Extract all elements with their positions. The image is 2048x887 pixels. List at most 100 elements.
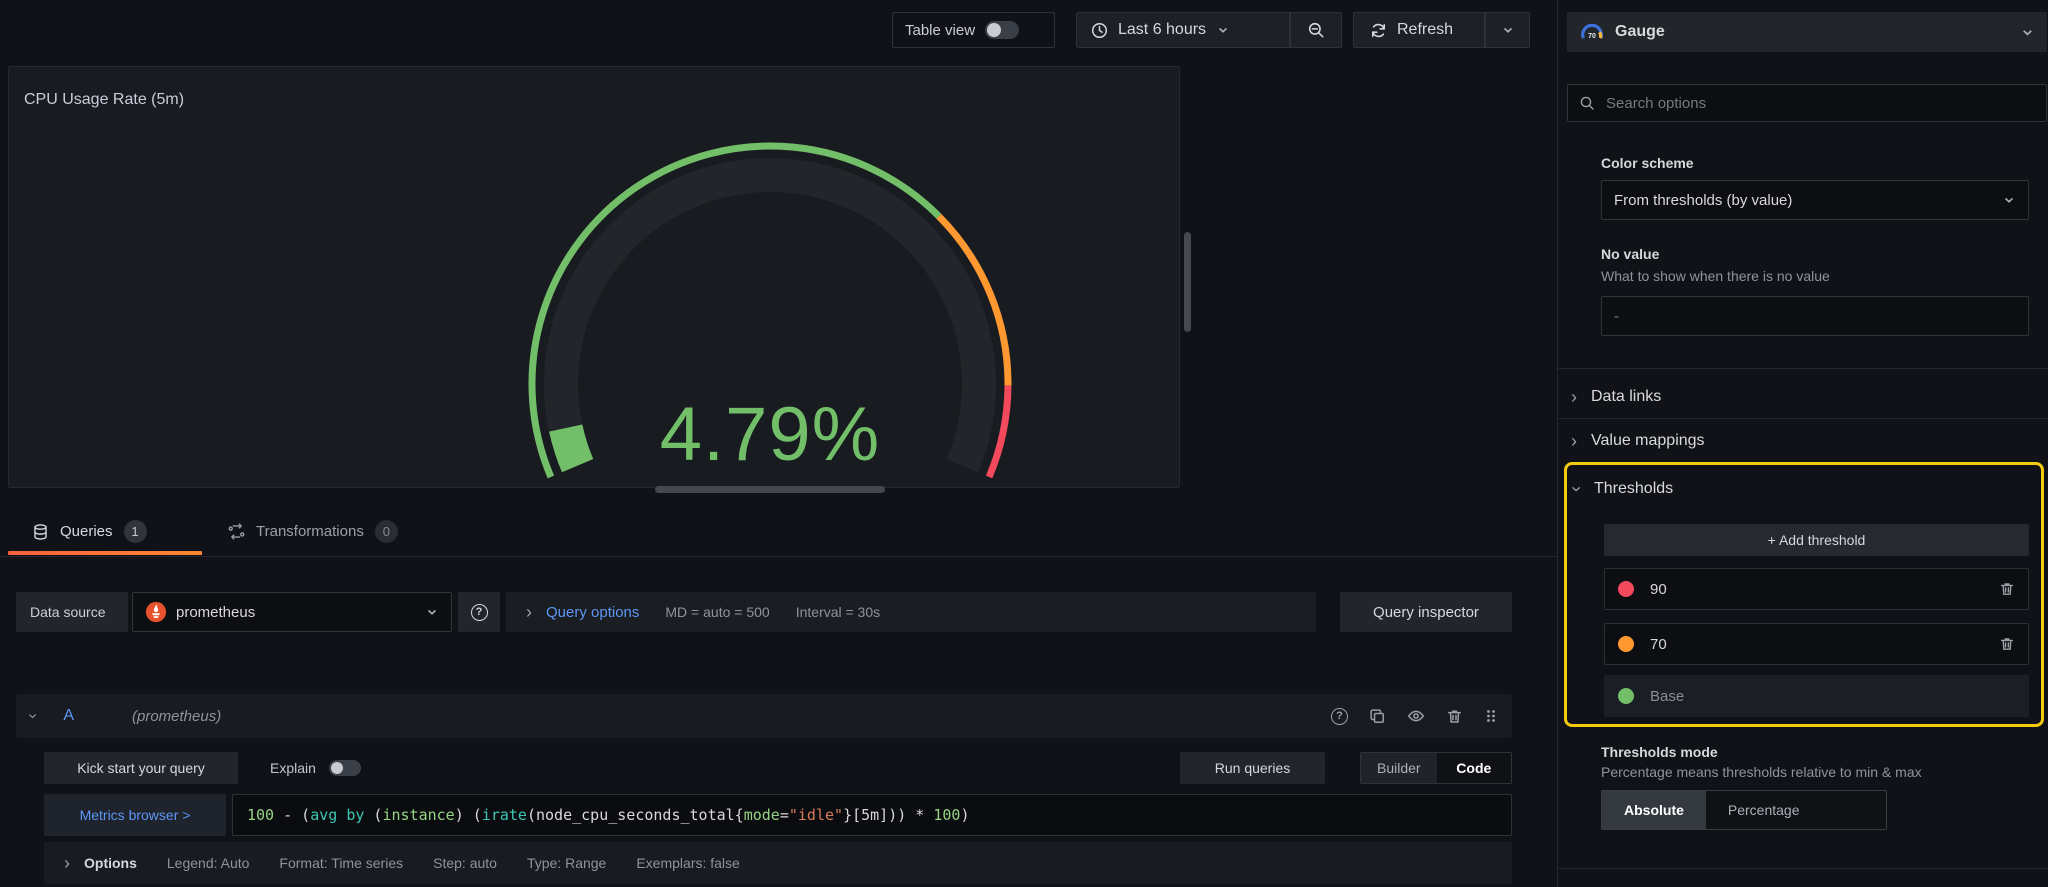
time-controls: Last 6 hours bbox=[1076, 12, 1342, 48]
prometheus-icon bbox=[145, 601, 167, 623]
active-tab-underline bbox=[8, 551, 202, 555]
section-data-links[interactable]: › Data links bbox=[1571, 388, 1661, 406]
chevron-right-icon: › bbox=[1571, 387, 1577, 407]
grafana-panel-editor: Table view Last 6 hours Refresh CPU Usag… bbox=[0, 0, 2048, 887]
datasource-picker[interactable]: prometheus bbox=[132, 592, 452, 632]
query-row-header[interactable]: › A (prometheus) ? bbox=[16, 694, 1512, 738]
query-options-bar[interactable]: › Query options MD = auto = 500 Interval… bbox=[506, 592, 1316, 632]
zoom-out-icon bbox=[1308, 22, 1324, 38]
threshold-row[interactable]: 70 bbox=[1604, 623, 2029, 665]
metrics-browser-label: Metrics browser > bbox=[79, 807, 191, 823]
metrics-browser-button[interactable]: Metrics browser > bbox=[44, 794, 226, 836]
table-view-toggle[interactable] bbox=[985, 21, 1020, 39]
query-datasource-hint: (prometheus) bbox=[132, 707, 222, 725]
kick-start-label: Kick start your query bbox=[77, 760, 205, 776]
gauge-viz-icon: 70 bbox=[1581, 23, 1603, 40]
collapse-query-icon[interactable]: › bbox=[25, 713, 42, 718]
toggle-knob bbox=[987, 23, 1002, 37]
duplicate-query-icon[interactable] bbox=[1369, 708, 1386, 725]
no-value-input[interactable] bbox=[1601, 296, 2029, 336]
query-ref-id: A bbox=[63, 707, 74, 724]
options-format: Format: Time series bbox=[279, 855, 404, 871]
color-scheme-value: From thresholds (by value) bbox=[1614, 191, 1793, 209]
datasource-help-button[interactable]: ? bbox=[458, 592, 500, 632]
tab-queries[interactable]: Queries 1 bbox=[32, 520, 147, 543]
refresh-button[interactable]: Refresh bbox=[1353, 12, 1485, 48]
thresholds-highlight-box: › Thresholds + Add threshold 90 70 Base bbox=[1564, 462, 2044, 727]
time-zoom-out-button[interactable] bbox=[1290, 12, 1342, 48]
refresh-interval-dropdown[interactable] bbox=[1485, 12, 1530, 48]
explain-toggle[interactable] bbox=[328, 760, 361, 776]
refresh-controls: Refresh bbox=[1353, 12, 1530, 48]
max-data-points-summary: MD = auto = 500 bbox=[665, 604, 770, 620]
run-queries-button[interactable]: Run queries bbox=[1180, 752, 1325, 784]
table-view-control: Table view bbox=[892, 12, 1055, 48]
options-type: Type: Range bbox=[526, 855, 607, 871]
sidebar-divider bbox=[1558, 868, 2048, 869]
section-value-mappings-label: Value mappings bbox=[1591, 432, 1705, 449]
delete-threshold-trash-icon[interactable] bbox=[1999, 581, 2015, 597]
section-thresholds-label: Thresholds bbox=[1594, 480, 1674, 497]
percentage-mode-option[interactable]: Percentage bbox=[1706, 791, 1822, 829]
visualization-name: Gauge bbox=[1615, 23, 1665, 40]
options-step: Step: auto bbox=[433, 855, 497, 871]
time-range-label: Last 6 hours bbox=[1118, 21, 1207, 38]
thresholds-mode-description: Percentage means thresholds relative to … bbox=[1601, 764, 1922, 780]
datasource-value: prometheus bbox=[176, 603, 256, 621]
threshold-row[interactable]: 90 bbox=[1604, 568, 2029, 610]
tabs-divider bbox=[0, 556, 1557, 557]
interval-summary: Interval = 30s bbox=[795, 604, 881, 620]
no-value-description: What to show when there is no value bbox=[1601, 268, 1830, 284]
add-threshold-label: + Add threshold bbox=[1767, 532, 1866, 548]
threshold-base-label: Base bbox=[1650, 687, 1685, 705]
visualization-picker[interactable]: 70 Gauge bbox=[1567, 12, 2047, 52]
threshold-value[interactable]: 90 bbox=[1650, 581, 1983, 598]
query-inspector-button[interactable]: Query inspector bbox=[1340, 592, 1512, 632]
section-thresholds[interactable]: › Thresholds bbox=[1567, 480, 1674, 498]
promql-expression-input[interactable]: 100 - (avg by (instance) (irate (node_cpu… bbox=[232, 794, 1512, 836]
explain-control: Explain bbox=[270, 760, 361, 776]
query-options-summary-row[interactable]: › Options Legend: Auto Format: Time seri… bbox=[44, 842, 1512, 884]
editor-mode-switch: Builder Code bbox=[1360, 752, 1512, 784]
section-value-mappings[interactable]: › Value mappings bbox=[1571, 432, 1705, 450]
table-view-label: Table view bbox=[905, 21, 976, 39]
builder-mode-option[interactable]: Builder bbox=[1361, 753, 1437, 783]
query-options-link: Query options bbox=[546, 603, 640, 621]
absolute-mode-option[interactable]: Absolute bbox=[1602, 791, 1706, 829]
color-scheme-select[interactable]: From thresholds (by value) bbox=[1601, 180, 2029, 220]
refresh-icon bbox=[1371, 23, 1386, 37]
chevron-down-icon bbox=[2023, 29, 2032, 36]
add-threshold-button[interactable]: + Add threshold bbox=[1604, 524, 2029, 556]
run-queries-label: Run queries bbox=[1214, 760, 1291, 776]
drag-handle-grip-icon[interactable] bbox=[1484, 708, 1498, 724]
tab-transformations[interactable]: Transformations 0 bbox=[228, 520, 398, 543]
options-label: Options bbox=[84, 855, 137, 871]
threshold-color-dot[interactable] bbox=[1618, 636, 1634, 652]
chevron-down-icon bbox=[2004, 197, 2014, 203]
threshold-color-dot[interactable] bbox=[1618, 688, 1634, 704]
threshold-color-dot[interactable] bbox=[1618, 581, 1634, 597]
time-range-picker[interactable]: Last 6 hours bbox=[1076, 12, 1290, 48]
threshold-value[interactable]: 70 bbox=[1650, 636, 1983, 653]
chevron-right-icon: › bbox=[64, 853, 70, 873]
section-data-links-label: Data links bbox=[1591, 388, 1662, 405]
panel-resize-handle-horizontal[interactable] bbox=[655, 486, 885, 493]
options-exemplars: Exemplars: false bbox=[636, 855, 740, 871]
color-scheme-label: Color scheme bbox=[1601, 155, 1694, 171]
panel-options-sidebar: 70 Gauge Color scheme From thresholds (b… bbox=[1557, 0, 2048, 887]
hide-response-eye-icon[interactable] bbox=[1407, 707, 1425, 725]
clock-icon bbox=[1091, 22, 1108, 38]
chevron-down-icon bbox=[1503, 27, 1512, 33]
delete-threshold-trash-icon[interactable] bbox=[1999, 636, 2015, 652]
code-mode-option[interactable]: Code bbox=[1436, 753, 1511, 783]
datasource-label: Data source bbox=[16, 592, 128, 632]
query-help-icon[interactable]: ? bbox=[1331, 707, 1348, 725]
panel-resize-handle-vertical[interactable] bbox=[1184, 232, 1191, 332]
explain-label: Explain bbox=[270, 760, 316, 776]
delete-query-trash-icon[interactable] bbox=[1446, 708, 1463, 725]
chevron-right-icon: › bbox=[526, 602, 532, 622]
tab-queries-label: Queries bbox=[60, 523, 113, 540]
kick-start-query-button[interactable]: Kick start your query bbox=[44, 752, 238, 784]
search-options-input[interactable] bbox=[1567, 84, 2047, 122]
tab-transformations-badge: 0 bbox=[374, 520, 398, 543]
